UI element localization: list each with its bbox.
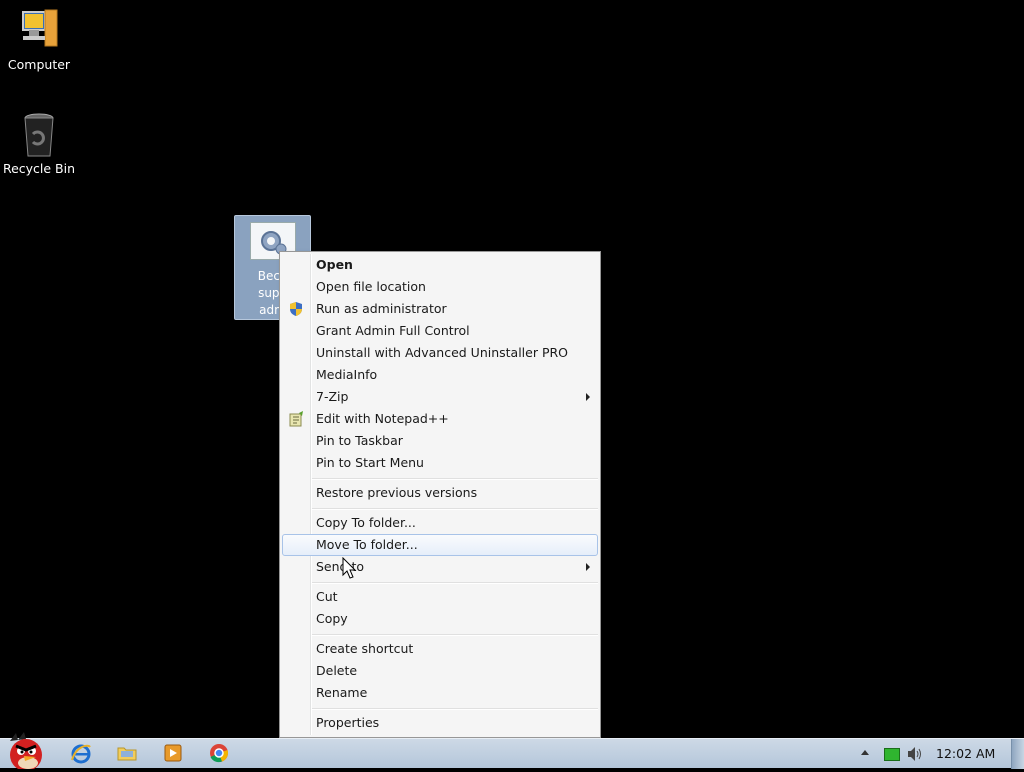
desktop-icon-computer[interactable]: Computer — [1, 8, 77, 73]
menu-item-edit-notepadpp[interactable]: Edit with Notepad++ — [282, 408, 598, 430]
context-menu: Open Open file location Run as administr… — [279, 251, 601, 738]
network-icon[interactable] — [884, 748, 900, 761]
menu-item-open-file-location[interactable]: Open file location — [282, 276, 598, 298]
menu-item-pin-start[interactable]: Pin to Start Menu — [282, 452, 598, 474]
recycle-bin-icon — [15, 112, 63, 160]
show-desktop-button[interactable] — [1011, 739, 1024, 769]
menu-item-copy-to-folder[interactable]: Copy To folder... — [282, 512, 598, 534]
menu-item-label: 7-Zip — [316, 389, 349, 404]
desktop-icon-label: Recycle Bin — [2, 161, 76, 176]
menu-item-delete[interactable]: Delete — [282, 660, 598, 682]
menu-item-send-to[interactable]: Send to — [282, 556, 598, 578]
angry-birds-start-icon[interactable] — [2, 731, 48, 771]
desktop-icon-label: Computer — [7, 57, 71, 72]
menu-item-label: Move To folder... — [316, 537, 418, 552]
menu-item-label: MediaInfo — [316, 367, 378, 382]
menu-separator — [312, 634, 598, 636]
mouse-cursor-icon — [342, 557, 357, 579]
desktop-icon-recycle-bin[interactable]: Recycle Bin — [1, 112, 77, 177]
menu-separator — [312, 708, 598, 710]
uac-shield-icon — [288, 301, 304, 317]
menu-item-label: Copy — [316, 611, 348, 626]
menu-item-label: Open file location — [316, 279, 426, 294]
menu-item-label: Run as administrator — [316, 301, 447, 316]
menu-item-label: Rename — [316, 685, 368, 700]
menu-item-uninstall[interactable]: Uninstall with Advanced Uninstaller PRO — [282, 342, 598, 364]
show-hidden-icons-arrow[interactable] — [861, 750, 869, 755]
folder-icon[interactable] — [116, 742, 138, 764]
menu-item-label: Grant Admin Full Control — [316, 323, 470, 338]
menu-item-label: Create shortcut — [316, 641, 414, 656]
menu-item-rename[interactable]: Rename — [282, 682, 598, 704]
volume-icon[interactable] — [906, 746, 924, 765]
menu-item-7zip[interactable]: 7-Zip — [282, 386, 598, 408]
chrome-icon[interactable] — [208, 742, 230, 764]
taskbar: 12:02 AM — [0, 732, 1024, 771]
submenu-arrow-icon — [586, 563, 590, 571]
menu-item-copy[interactable]: Copy — [282, 608, 598, 630]
menu-item-label: Cut — [316, 589, 338, 604]
menu-item-mediainfo[interactable]: MediaInfo — [282, 364, 598, 386]
menu-item-label: Properties — [316, 715, 380, 730]
menu-item-pin-taskbar[interactable]: Pin to Taskbar — [282, 430, 598, 452]
menu-item-grant-admin[interactable]: Grant Admin Full Control — [282, 320, 598, 342]
menu-item-label: Edit with Notepad++ — [316, 411, 449, 426]
menu-item-label: Delete — [316, 663, 358, 678]
notepad-plus-plus-icon — [288, 411, 304, 427]
menu-separator — [312, 582, 598, 584]
menu-item-open[interactable]: Open — [282, 254, 598, 276]
menu-item-restore-versions[interactable]: Restore previous versions — [282, 482, 598, 504]
menu-item-run-as-administrator[interactable]: Run as administrator — [282, 298, 598, 320]
menu-item-move-to-folder[interactable]: Move To folder... — [282, 534, 598, 556]
menu-item-label: Pin to Taskbar — [316, 433, 403, 448]
menu-item-label: Uninstall with Advanced Uninstaller PRO — [316, 345, 569, 360]
computer-icon — [15, 8, 63, 56]
menu-item-label: Copy To folder... — [316, 515, 416, 530]
menu-item-label: Pin to Start Menu — [316, 455, 424, 470]
menu-item-label: Open — [316, 257, 353, 272]
menu-separator — [312, 508, 598, 510]
internet-explorer-icon[interactable] — [70, 742, 92, 764]
menu-item-label: Restore previous versions — [316, 485, 478, 500]
menu-item-cut[interactable]: Cut — [282, 586, 598, 608]
media-player-icon[interactable] — [162, 742, 184, 764]
taskbar-clock[interactable]: 12:02 AM — [936, 739, 995, 769]
menu-separator — [312, 478, 598, 480]
menu-item-create-shortcut[interactable]: Create shortcut — [282, 638, 598, 660]
submenu-arrow-icon — [586, 393, 590, 401]
menu-item-properties[interactable]: Properties — [282, 712, 598, 734]
